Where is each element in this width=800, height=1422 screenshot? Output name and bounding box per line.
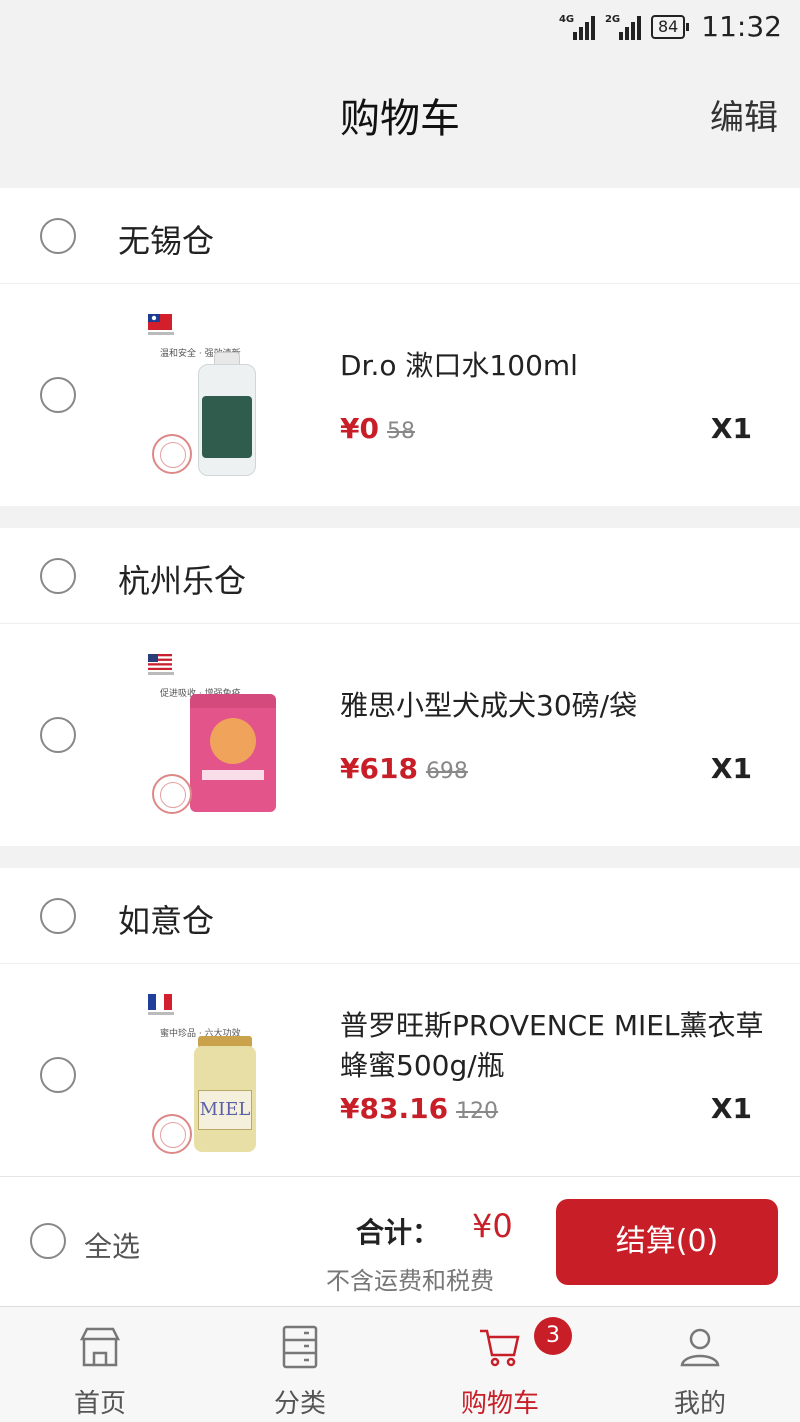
product-name[interactable]: Dr.o 漱口水100ml bbox=[340, 346, 770, 386]
flag-caption bbox=[148, 332, 174, 335]
flag-caption bbox=[148, 672, 174, 675]
bottom-tab-bar: 首页 分类 3 购物车 我的 bbox=[0, 1306, 800, 1422]
total-value: ¥0 bbox=[472, 1207, 513, 1245]
original-price: 120 bbox=[456, 1099, 499, 1124]
tab-profile-label: 我的 bbox=[673, 1389, 726, 1419]
nav-header: 购物车 编辑 bbox=[0, 56, 800, 166]
tab-category-label: 分类 bbox=[273, 1389, 326, 1419]
taiwan-flag-icon bbox=[148, 314, 172, 330]
warehouse-header: 无锡仓 bbox=[0, 188, 800, 284]
tab-cart[interactable]: 3 购物车 bbox=[400, 1307, 600, 1422]
warehouse-group: 无锡仓 温和安全 · 强效清新 Dr.o 漱口水100ml ¥0 58 X1 bbox=[0, 188, 800, 506]
sale-price: ¥83.16 bbox=[340, 1092, 449, 1125]
bag-label bbox=[202, 770, 264, 780]
authentic-stamp-icon bbox=[152, 1114, 192, 1154]
warehouse-header: 如意仓 bbox=[0, 868, 800, 964]
bottle-label bbox=[202, 396, 252, 458]
authentic-stamp-icon bbox=[152, 774, 192, 814]
warehouse-name: 杭州乐仓 bbox=[118, 562, 247, 600]
item-select-radio[interactable] bbox=[40, 377, 76, 413]
warehouse-select-radio[interactable] bbox=[40, 898, 76, 934]
category-cabinet-icon bbox=[282, 1325, 318, 1369]
price-row: ¥618 698 bbox=[340, 752, 468, 785]
cart-item[interactable]: 温和安全 · 强效清新 Dr.o 漱口水100ml ¥0 58 X1 bbox=[0, 284, 800, 506]
item-select-radio[interactable] bbox=[40, 717, 76, 753]
price-row: ¥0 58 bbox=[340, 412, 415, 445]
signal-2g-label: 2G bbox=[604, 13, 621, 25]
edit-button[interactable]: 编辑 bbox=[710, 90, 778, 139]
total-label: 合计： bbox=[356, 1216, 441, 1249]
authentic-stamp-icon bbox=[152, 434, 192, 474]
france-flag-icon bbox=[148, 994, 172, 1010]
warehouse-name: 如意仓 bbox=[118, 902, 215, 940]
page-title: 购物车 bbox=[340, 96, 460, 142]
original-price: 58 bbox=[386, 419, 415, 444]
warehouse-select-radio[interactable] bbox=[40, 218, 76, 254]
warehouse-header: 杭州乐仓 bbox=[0, 528, 800, 624]
tax-note: 不含运费和税费 bbox=[326, 1267, 494, 1295]
usa-flag-icon bbox=[148, 654, 172, 670]
checkout-bar: 全选 合计： ¥0 不含运费和税费 结算(0) bbox=[0, 1176, 800, 1306]
warehouse-name: 无锡仓 bbox=[118, 222, 215, 260]
warehouse-group: 杭州乐仓 促进吸收 · 增强免疫 bbox=[0, 528, 800, 846]
select-all-radio[interactable] bbox=[30, 1223, 66, 1259]
jar-label: MIEL bbox=[198, 1090, 252, 1130]
tab-cart-label: 购物车 bbox=[460, 1389, 539, 1419]
product-image[interactable]: 温和安全 · 强效清新 bbox=[140, 306, 290, 486]
status-bar: 4G 2G 84 11:32 bbox=[0, 0, 800, 56]
price-row: ¥83.16 120 bbox=[340, 1092, 498, 1125]
signal-4g-label: 4G bbox=[558, 13, 575, 25]
select-all-label[interactable]: 全选 bbox=[84, 1225, 140, 1265]
signal-2g-icon: 2G bbox=[605, 14, 641, 40]
cart-count-badge: 3 bbox=[534, 1317, 572, 1355]
product-name[interactable]: 雅思小型犬成犬30磅/袋 bbox=[340, 686, 770, 726]
signal-4g-icon: 4G bbox=[559, 14, 595, 40]
tab-home-label: 首页 bbox=[73, 1389, 126, 1419]
battery-icon: 84 bbox=[650, 14, 690, 39]
home-store-icon bbox=[79, 1327, 121, 1367]
sale-price: ¥618 bbox=[340, 752, 418, 785]
product-image[interactable]: 促进吸收 · 增强免疫 bbox=[140, 646, 290, 826]
bag-food-graphic bbox=[210, 718, 256, 764]
cart-icon bbox=[480, 1329, 520, 1367]
product-name[interactable]: 普罗旺斯PROVENCE MIEL薰衣草蜂蜜500g/瓶 bbox=[340, 1006, 770, 1086]
tab-profile[interactable]: 我的 bbox=[600, 1307, 800, 1422]
sale-price: ¥0 bbox=[340, 412, 379, 445]
tab-home[interactable]: 首页 bbox=[0, 1307, 200, 1422]
tab-category[interactable]: 分类 bbox=[200, 1307, 400, 1422]
warehouse-select-radio[interactable] bbox=[40, 558, 76, 594]
item-quantity: X1 bbox=[710, 412, 752, 445]
item-quantity: X1 bbox=[710, 1092, 752, 1125]
warehouse-group: 如意仓 蜜中珍品 · 六大功效 MIEL 普罗旺斯PROVENCE MIEL薰衣… bbox=[0, 868, 800, 1186]
status-time: 11:32 bbox=[701, 10, 782, 43]
cart-item[interactable]: 蜜中珍品 · 六大功效 MIEL 普罗旺斯PROVENCE MIEL薰衣草蜂蜜5… bbox=[0, 964, 800, 1186]
cart-item[interactable]: 促进吸收 · 增强免疫 雅思小型犬成犬30磅/袋 ¥618 698 X1 bbox=[0, 624, 800, 846]
flag-caption bbox=[148, 1012, 174, 1015]
cart-list: 无锡仓 温和安全 · 强效清新 Dr.o 漱口水100ml ¥0 58 X1 杭… bbox=[0, 166, 800, 1186]
product-image[interactable]: 蜜中珍品 · 六大功效 MIEL bbox=[140, 986, 290, 1166]
user-icon bbox=[680, 1328, 720, 1367]
bag-top bbox=[190, 694, 276, 708]
checkout-button[interactable]: 结算(0) bbox=[556, 1199, 778, 1285]
item-select-radio[interactable] bbox=[40, 1057, 76, 1093]
item-quantity: X1 bbox=[710, 752, 752, 785]
status-indicators: 4G 2G 84 11:32 bbox=[559, 10, 782, 43]
original-price: 698 bbox=[425, 759, 468, 784]
